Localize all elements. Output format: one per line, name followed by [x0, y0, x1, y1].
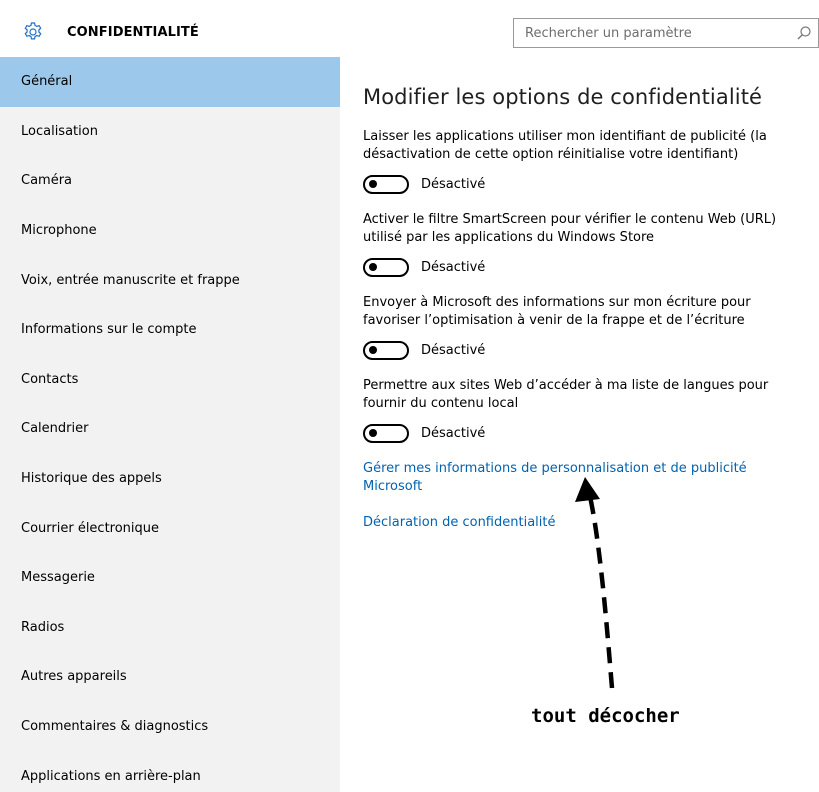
privacy-statement-link[interactable]: Déclaration de confidentialité	[363, 514, 808, 532]
setting-description: Activer le filtre SmartScreen pour vérif…	[363, 212, 777, 245]
toggle-row: Désactivé	[363, 340, 808, 360]
sidebar: Général Localisation Caméra Microphone V…	[0, 57, 340, 792]
setting-advertising-id: Laisser les applications utiliser mon id…	[363, 128, 808, 194]
annotation-text: tout décocher	[531, 705, 680, 727]
sidebar-item-courrier[interactable]: Courrier électronique	[0, 503, 340, 553]
setting-writing-info: Envoyer à Microsoft des informations sur…	[363, 294, 808, 360]
sidebar-item-contacts[interactable]: Contacts	[0, 355, 340, 405]
search-icon[interactable]	[796, 25, 812, 41]
toggle-state-label: Désactivé	[421, 425, 486, 441]
toggle-knob	[369, 180, 377, 188]
gear-icon	[22, 21, 44, 43]
section-heading: Modifier les options de confidentialité	[363, 85, 763, 109]
setting-description: Permettre aux sites Web d’accéder à ma l…	[363, 378, 769, 411]
sidebar-item-commentaires[interactable]: Commentaires & diagnostics	[0, 702, 340, 752]
setting-description: Envoyer à Microsoft des informations sur…	[363, 295, 751, 328]
sidebar-item-autres-appareils[interactable]: Autres appareils	[0, 652, 340, 702]
sidebar-item-localisation[interactable]: Localisation	[0, 107, 340, 157]
sidebar-item-radios[interactable]: Radios	[0, 603, 340, 653]
toggle-state-label: Désactivé	[421, 259, 486, 275]
toggle-row: Désactivé	[363, 257, 808, 277]
sidebar-item-informations-compte[interactable]: Informations sur le compte	[0, 305, 340, 355]
toggle-row: Désactivé	[363, 423, 808, 443]
manage-ad-info-link[interactable]: Gérer mes informations de personnalisati…	[363, 460, 783, 496]
toggle-row: Désactivé	[363, 174, 808, 194]
page-title: CONFIDENTIALITÉ	[67, 25, 199, 40]
search-input[interactable]	[514, 19, 794, 47]
sidebar-item-messagerie[interactable]: Messagerie	[0, 553, 340, 603]
toggle-state-label: Désactivé	[421, 342, 486, 358]
toggle-state-label: Désactivé	[421, 176, 486, 192]
toggle-knob	[369, 429, 377, 437]
sidebar-item-microphone[interactable]: Microphone	[0, 206, 340, 256]
setting-description: Laisser les applications utiliser mon id…	[363, 129, 767, 162]
sidebar-item-voix[interactable]: Voix, entrée manuscrite et frappe	[0, 255, 340, 305]
toggle-knob	[369, 263, 377, 271]
main-content: Modifier les options de confidentialité …	[363, 57, 808, 532]
toggle-switch[interactable]	[363, 257, 409, 277]
toggle-switch[interactable]	[363, 340, 409, 360]
header: CONFIDENTIALITÉ	[0, 0, 819, 56]
sidebar-item-camera[interactable]: Caméra	[0, 156, 340, 206]
setting-language-list: Permettre aux sites Web d’accéder à ma l…	[363, 377, 808, 443]
toggle-switch[interactable]	[363, 423, 409, 443]
sidebar-item-applications-arriere-plan[interactable]: Applications en arrière-plan	[0, 751, 340, 792]
toggle-switch[interactable]	[363, 174, 409, 194]
toggle-knob	[369, 346, 377, 354]
sidebar-item-historique-appels[interactable]: Historique des appels	[0, 454, 340, 504]
sidebar-item-calendrier[interactable]: Calendrier	[0, 404, 340, 454]
sidebar-item-general[interactable]: Général	[0, 57, 340, 107]
search-box[interactable]	[513, 18, 819, 48]
setting-smartscreen: Activer le filtre SmartScreen pour vérif…	[363, 211, 808, 277]
